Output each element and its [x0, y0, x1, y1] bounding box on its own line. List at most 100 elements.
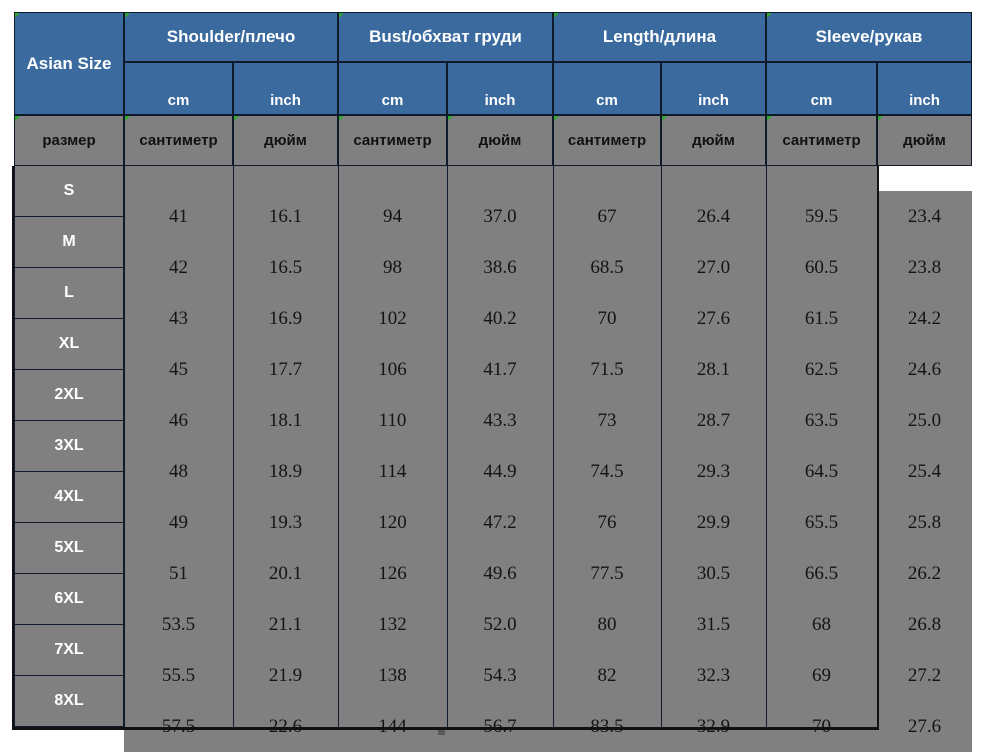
value-bust_in-5XL: 49.6 — [447, 548, 553, 599]
value-shoulder_in-3XL: 18.9 — [233, 446, 338, 497]
value-sleeve_cm-3XL: 64.5 — [766, 446, 877, 497]
value-sleeve_in-5XL: 26.2 — [877, 548, 972, 599]
size-label-7XL: 7XL — [14, 625, 124, 676]
value-length_in-L: 27.6 — [661, 293, 766, 344]
value-length_in-XL: 28.1 — [661, 344, 766, 395]
value-bust_cm-4XL: 120 — [338, 497, 447, 548]
value-shoulder_cm-L: 43 — [124, 293, 233, 344]
group-header-3: Sleeve/рукав — [766, 12, 972, 62]
value-length_cm-L: 70 — [553, 293, 661, 344]
value-sleeve_in-7XL: 27.2 — [877, 650, 972, 701]
size-label-5XL: 5XL — [14, 523, 124, 574]
value-sleeve_cm-XL: 62.5 — [766, 344, 877, 395]
table-border-left — [12, 166, 14, 730]
value-sleeve_in-2XL: 25.0 — [877, 395, 972, 446]
value-sleeve_cm-2XL: 63.5 — [766, 395, 877, 446]
value-shoulder_cm-6XL: 53.5 — [124, 599, 233, 650]
value-bust_cm-S: 94 — [338, 191, 447, 242]
value-sleeve_in-3XL: 25.4 — [877, 446, 972, 497]
column-divider-5 — [553, 166, 554, 727]
value-bust_in-7XL: 54.3 — [447, 650, 553, 701]
unit-header-cm-2: cm — [553, 62, 661, 115]
value-length_in-5XL: 30.5 — [661, 548, 766, 599]
size-label-L: L — [14, 268, 124, 319]
unit-header-inch-2: inch — [661, 62, 766, 115]
page-artifact — [438, 730, 445, 735]
value-shoulder_cm-2XL: 46 — [124, 395, 233, 446]
value-bust_cm-6XL: 132 — [338, 599, 447, 650]
value-length_cm-XL: 71.5 — [553, 344, 661, 395]
value-shoulder_cm-S: 41 — [124, 191, 233, 242]
value-bust_in-M: 38.6 — [447, 242, 553, 293]
column-divider-6 — [661, 166, 662, 727]
column-divider-3 — [338, 166, 339, 727]
value-bust_cm-XL: 106 — [338, 344, 447, 395]
value-shoulder_in-2XL: 18.1 — [233, 395, 338, 446]
value-shoulder_in-4XL: 19.3 — [233, 497, 338, 548]
value-length_in-3XL: 29.3 — [661, 446, 766, 497]
value-bust_in-XL: 41.7 — [447, 344, 553, 395]
value-sleeve_cm-6XL: 68 — [766, 599, 877, 650]
table-border-right — [877, 166, 879, 730]
value-length_in-4XL: 29.9 — [661, 497, 766, 548]
size-label-S: S — [14, 166, 124, 217]
unit-header-inch-3: inch — [877, 62, 972, 115]
unit-header-inch-1: inch — [447, 62, 553, 115]
value-sleeve_in-S: 23.4 — [877, 191, 972, 242]
corner-header-asian-size: Asian Size — [14, 12, 124, 115]
value-bust_in-4XL: 47.2 — [447, 497, 553, 548]
value-bust_cm-M: 98 — [338, 242, 447, 293]
value-sleeve_cm-M: 60.5 — [766, 242, 877, 293]
value-shoulder_in-5XL: 20.1 — [233, 548, 338, 599]
value-length_cm-6XL: 80 — [553, 599, 661, 650]
group-header-2: Length/длина — [553, 12, 766, 62]
value-sleeve_in-6XL: 26.8 — [877, 599, 972, 650]
value-length_cm-S: 67 — [553, 191, 661, 242]
value-shoulder_in-M: 16.5 — [233, 242, 338, 293]
value-length_in-2XL: 28.7 — [661, 395, 766, 446]
ru-header-inch-3: дюйм — [877, 115, 972, 166]
value-shoulder_in-7XL: 21.9 — [233, 650, 338, 701]
value-shoulder_cm-3XL: 48 — [124, 446, 233, 497]
value-length_cm-4XL: 76 — [553, 497, 661, 548]
size-label-2XL: 2XL — [14, 370, 124, 421]
unit-header-inch-0: inch — [233, 62, 338, 115]
value-sleeve_cm-7XL: 69 — [766, 650, 877, 701]
size-label-XL: XL — [14, 319, 124, 370]
value-shoulder_cm-5XL: 51 — [124, 548, 233, 599]
size-label-4XL: 4XL — [14, 472, 124, 523]
value-length_cm-3XL: 74.5 — [553, 446, 661, 497]
column-divider-2 — [233, 166, 234, 727]
column-divider-7 — [766, 166, 767, 727]
ru-header-cm-3: сантиметр — [766, 115, 877, 166]
value-bust_in-L: 40.2 — [447, 293, 553, 344]
value-sleeve_cm-S: 59.5 — [766, 191, 877, 242]
value-sleeve_in-M: 23.8 — [877, 242, 972, 293]
value-sleeve_in-L: 24.2 — [877, 293, 972, 344]
value-shoulder_cm-M: 42 — [124, 242, 233, 293]
value-length_in-S: 26.4 — [661, 191, 766, 242]
size-label-6XL: 6XL — [14, 574, 124, 625]
value-sleeve_cm-L: 61.5 — [766, 293, 877, 344]
value-sleeve_in-8XL: 27.6 — [877, 701, 972, 752]
value-shoulder_in-S: 16.1 — [233, 191, 338, 242]
column-divider-1 — [124, 166, 125, 727]
column-divider-4 — [447, 166, 448, 727]
value-shoulder_in-XL: 17.7 — [233, 344, 338, 395]
value-length_in-M: 27.0 — [661, 242, 766, 293]
value-bust_cm-2XL: 110 — [338, 395, 447, 446]
ru-header-cm-1: сантиметр — [338, 115, 447, 166]
value-bust_in-2XL: 43.3 — [447, 395, 553, 446]
ru-header-inch-2: дюйм — [661, 115, 766, 166]
unit-header-cm-1: cm — [338, 62, 447, 115]
size-chart-table: Asian Size Shoulder/плечо cm inch Bust/обхва… — [0, 0, 987, 752]
value-length_cm-7XL: 82 — [553, 650, 661, 701]
value-shoulder_cm-XL: 45 — [124, 344, 233, 395]
value-length_in-7XL: 32.3 — [661, 650, 766, 701]
value-sleeve_in-4XL: 25.8 — [877, 497, 972, 548]
ru-header-inch-0: дюйм — [233, 115, 338, 166]
size-label-3XL: 3XL — [14, 421, 124, 472]
unit-header-cm-3: cm — [766, 62, 877, 115]
ru-header-razmer: размер — [14, 115, 124, 166]
value-length_cm-5XL: 77.5 — [553, 548, 661, 599]
